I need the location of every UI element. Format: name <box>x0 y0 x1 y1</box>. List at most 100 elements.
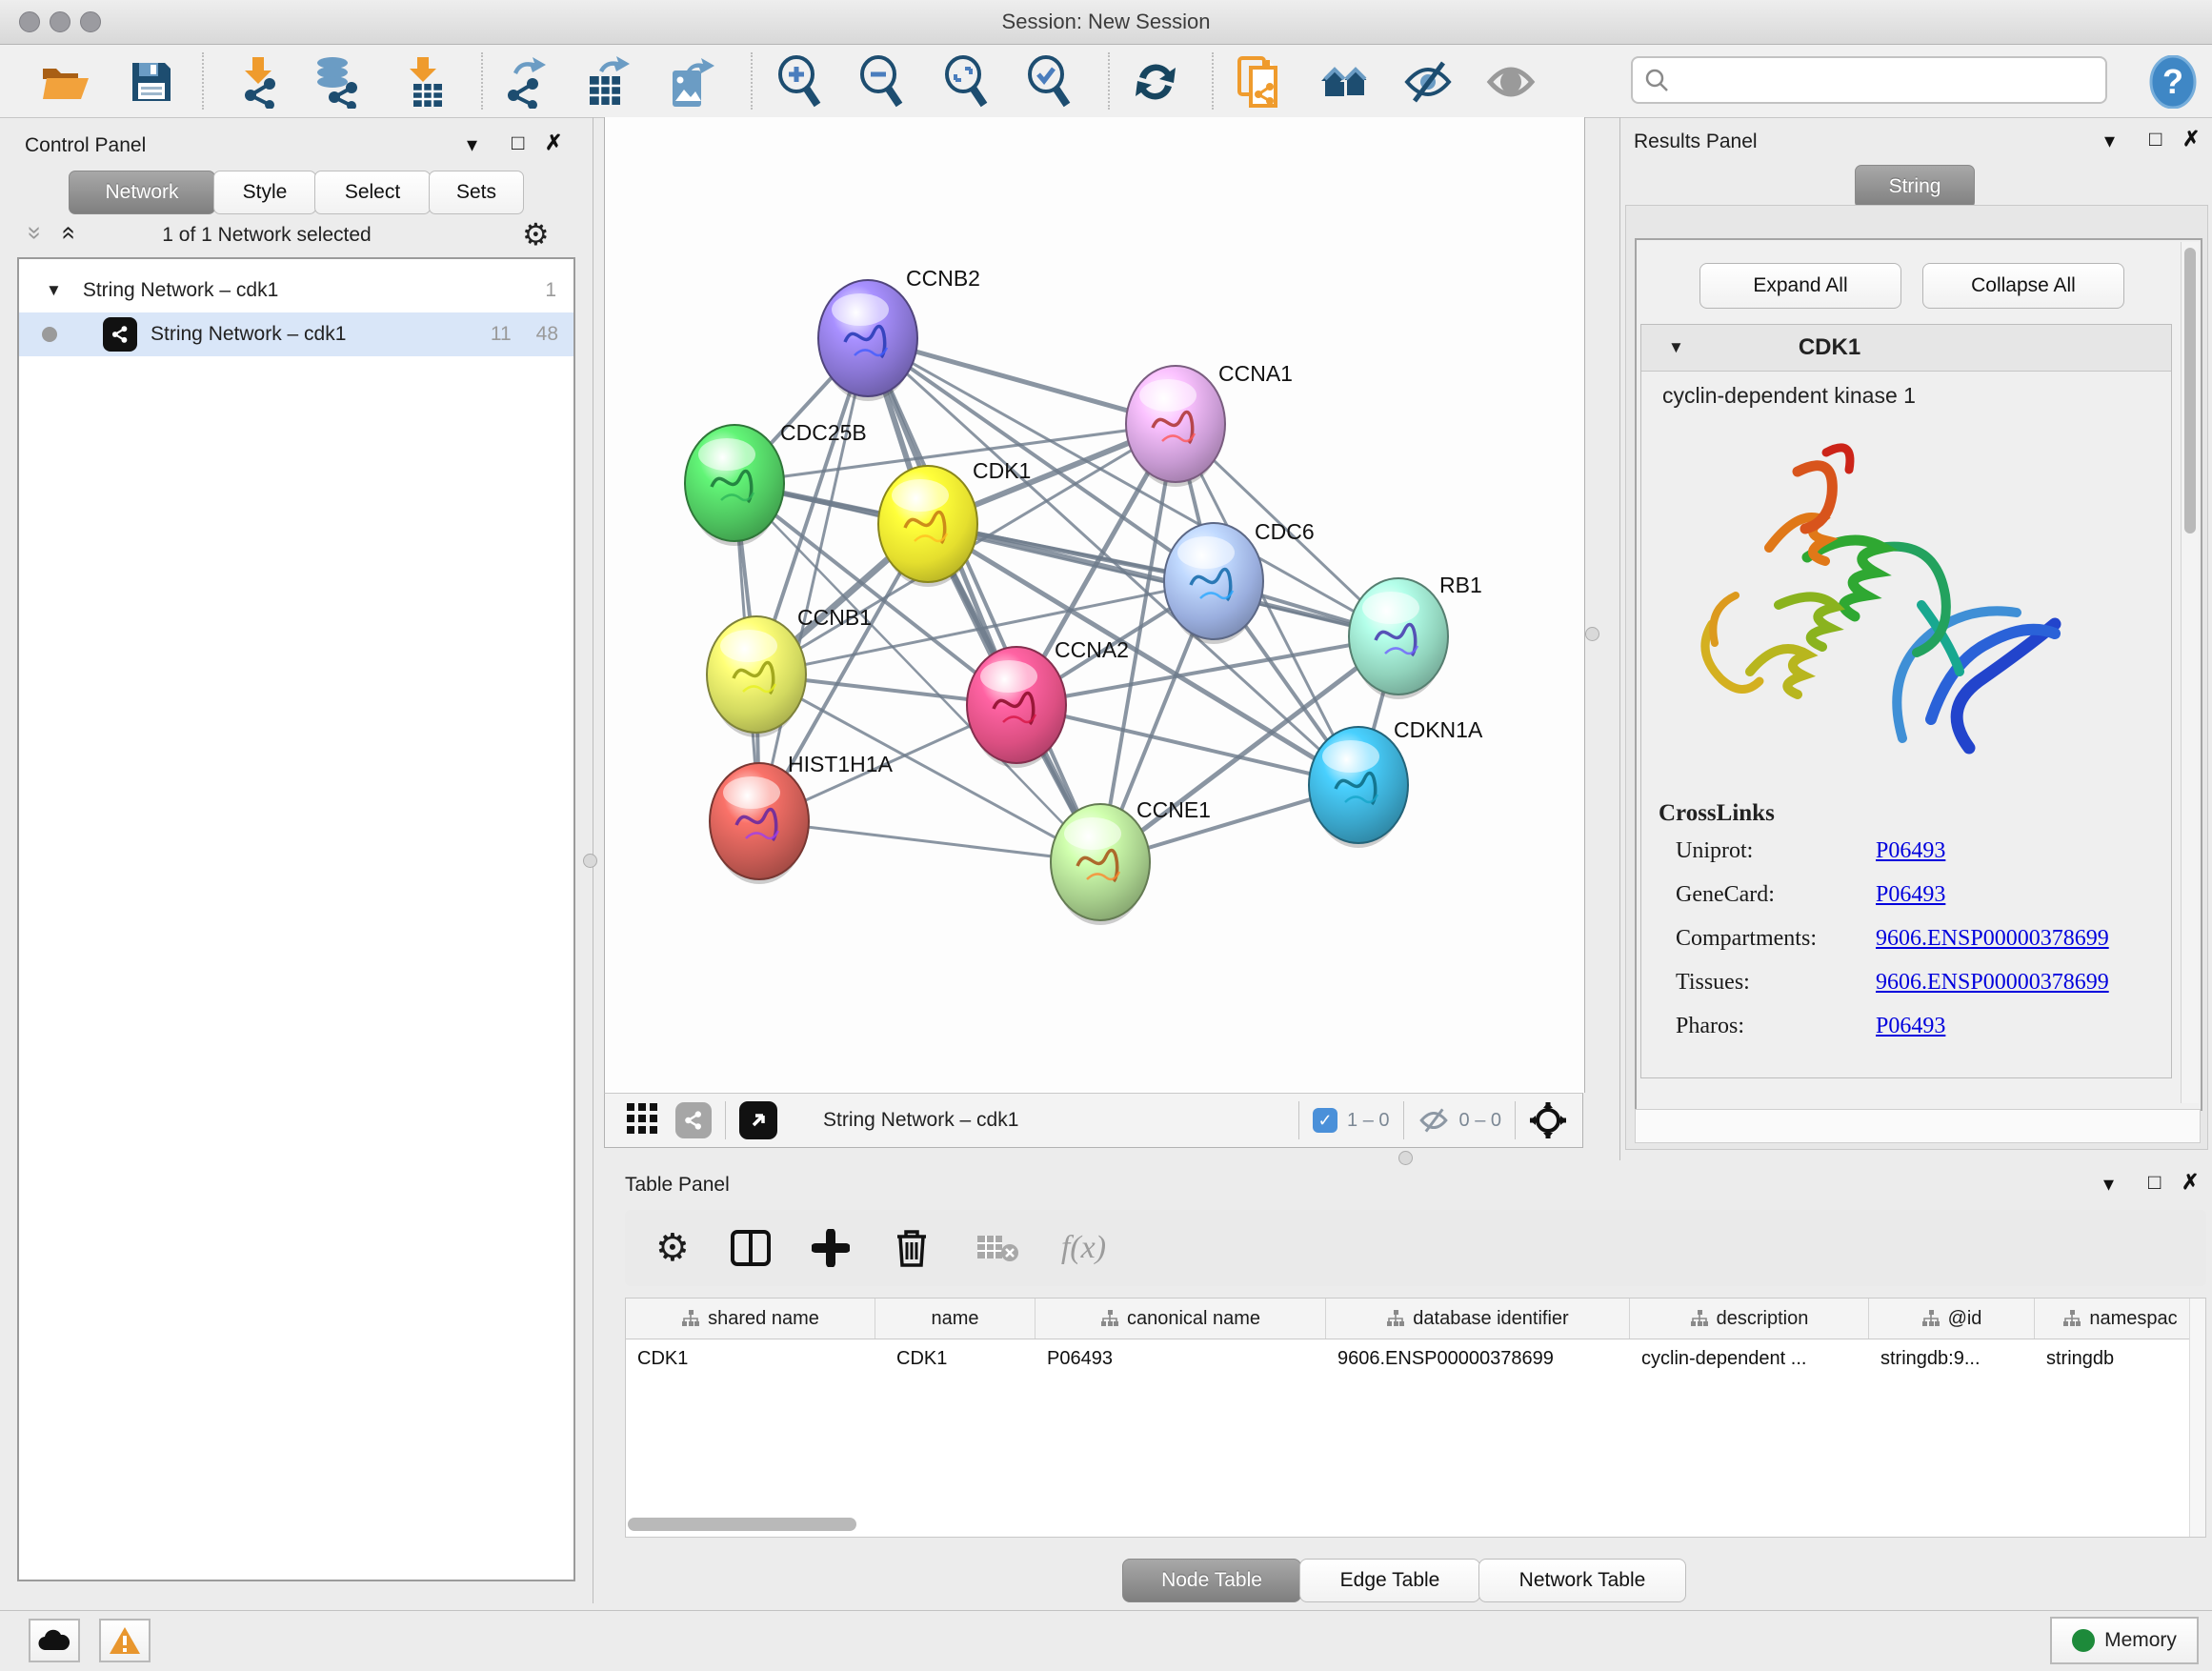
export-table-button[interactable] <box>579 54 634 110</box>
zoom-fit-button[interactable] <box>939 54 995 110</box>
network-options-gear-icon[interactable]: ⚙ <box>522 216 550 252</box>
table-vertical-scrollbar[interactable] <box>2189 1299 2205 1537</box>
network-canvas[interactable]: CCNB2CCNA1CDC25BCDK1CDC6RB1CCNB1CCNA2CDK… <box>604 117 1585 1093</box>
search-input[interactable] <box>1669 69 2082 92</box>
section-collapse-triangle-icon[interactable]: ▼ <box>1668 338 1684 357</box>
results-panel-close-icon[interactable]: ✗ <box>2182 129 2200 150</box>
tab-node-table[interactable]: Node Table <box>1122 1559 1301 1602</box>
control-panel-close-icon[interactable]: ✗ <box>545 132 562 153</box>
columns-icon[interactable] <box>730 1229 772 1267</box>
import-network-button[interactable] <box>231 54 286 110</box>
node-label-CCNA1: CCNA1 <box>1218 361 1293 387</box>
import-network-from-database-button[interactable] <box>310 54 365 110</box>
pan-crosshair-icon[interactable] <box>1529 1101 1567 1139</box>
network-row[interactable]: String Network – cdk1 11 48 <box>19 312 573 356</box>
memory-status-dot <box>2072 1629 2095 1652</box>
compartments-link[interactable]: 9606.ENSP00000378699 <box>1876 926 2109 952</box>
string-network-graph[interactable] <box>605 117 1584 1093</box>
pharos-link[interactable]: P06493 <box>1876 1014 1945 1039</box>
svg-text:?: ? <box>2162 62 2183 101</box>
network-collection-row[interactable]: ▼ String Network – cdk1 1 <box>19 269 573 312</box>
tab-style[interactable]: Style <box>213 171 316 214</box>
eye-slash-icon <box>1401 59 1455 105</box>
help-button[interactable]: ? <box>2145 54 2201 110</box>
tab-network[interactable]: Network <box>69 171 215 214</box>
column-header[interactable]: namespac <box>2035 1299 2205 1339</box>
column-header[interactable]: canonical name <box>1036 1299 1326 1339</box>
duplicate-network-button[interactable] <box>1233 54 1288 110</box>
refresh-button[interactable] <box>1128 54 1183 110</box>
delete-trash-icon[interactable] <box>894 1228 930 1268</box>
open-session-button[interactable] <box>38 54 93 110</box>
tab-string[interactable]: String <box>1855 165 1975 209</box>
import-table-button[interactable] <box>398 54 453 110</box>
table-panel: Table Panel ▾ □ ✗ ⚙ <box>604 1160 2212 1610</box>
export-image-button[interactable] <box>662 54 717 110</box>
gene-section-header[interactable]: ▼ CDK1 <box>1641 325 2171 372</box>
results-horizontal-scrollbar[interactable] <box>1635 1109 2201 1143</box>
scrollbar-thumb[interactable] <box>628 1518 856 1531</box>
main-toolbar: ? <box>0 45 2212 118</box>
results-panel-maximize-icon[interactable]: □ <box>2149 129 2162 150</box>
zoom-selected-button[interactable] <box>1022 54 1077 110</box>
table-settings-gear-icon[interactable]: ⚙ <box>655 1226 690 1270</box>
table-horizontal-scrollbar[interactable] <box>628 1518 2181 1533</box>
grid-view-icon[interactable] <box>626 1102 658 1139</box>
node-label-CDK1: CDK1 <box>973 458 1031 484</box>
table-row[interactable]: CDK1 CDK1 P06493 9606.ENSP00000378699 cy… <box>626 1339 2205 1378</box>
tab-sets[interactable]: Sets <box>429 171 524 214</box>
genecard-link[interactable]: P06493 <box>1876 882 1945 908</box>
memory-button[interactable]: Memory <box>2050 1617 2199 1664</box>
database-import-icon <box>312 55 363 109</box>
zoom-in-button[interactable] <box>773 54 828 110</box>
tab-select[interactable]: Select <box>314 171 431 214</box>
column-header[interactable]: database identifier <box>1326 1299 1630 1339</box>
save-session-button[interactable] <box>124 54 179 110</box>
tab-network-table[interactable]: Network Table <box>1478 1559 1686 1602</box>
birdseye-view-icon[interactable] <box>739 1101 777 1139</box>
left-splitter-handle[interactable] <box>583 854 597 868</box>
column-header[interactable]: description <box>1630 1299 1869 1339</box>
collapse-triangle-icon[interactable]: ▼ <box>46 281 62 300</box>
node-label-CCNE1: CCNE1 <box>1136 797 1211 823</box>
results-panel-float-icon[interactable]: ▾ <box>2104 131 2115 151</box>
uniprot-link[interactable]: P06493 <box>1876 838 1945 864</box>
table-panel-float-icon[interactable]: ▾ <box>2103 1174 2114 1195</box>
tissues-link[interactable]: 9606.ENSP00000378699 <box>1876 970 2109 996</box>
cloud-button[interactable] <box>29 1619 80 1662</box>
global-search[interactable] <box>1631 56 2107 104</box>
zoom-out-button[interactable] <box>855 54 910 110</box>
show-all-button[interactable] <box>1483 54 1538 110</box>
control-panel-float-icon[interactable]: ▾ <box>467 134 477 155</box>
first-neighbors-button[interactable] <box>1317 54 1373 110</box>
control-panel-title: Control Panel <box>25 134 146 157</box>
results-vertical-scrollbar[interactable] <box>2181 242 2199 1103</box>
column-header[interactable]: shared name <box>626 1299 875 1339</box>
hide-selected-button[interactable] <box>1400 54 1456 110</box>
column-type-icon <box>1100 1310 1119 1327</box>
column-header[interactable]: @id <box>1869 1299 2035 1339</box>
status-bar: Memory <box>0 1610 2212 1671</box>
column-type-icon <box>1386 1310 1405 1327</box>
toolbar-separator <box>1108 52 1110 110</box>
column-header[interactable]: name <box>875 1299 1036 1339</box>
expand-all-button[interactable]: Expand All <box>1699 263 1901 309</box>
selected-checkbox-icon[interactable]: ✓ <box>1313 1108 1337 1133</box>
right-splitter-handle[interactable] <box>1585 627 1599 641</box>
zoom-selected-icon <box>1025 55 1075 109</box>
houses-icon <box>1317 58 1373 106</box>
add-icon[interactable] <box>812 1229 850 1267</box>
node-label-CDKN1A: CDKN1A <box>1394 717 1482 743</box>
table-panel-maximize-icon[interactable]: □ <box>2148 1172 2161 1193</box>
table-export-icon <box>582 55 632 109</box>
scrollbar-thumb[interactable] <box>2184 248 2196 534</box>
control-panel-maximize-icon[interactable]: □ <box>512 132 524 153</box>
table-panel-close-icon[interactable]: ✗ <box>2182 1172 2199 1193</box>
collapse-all-button[interactable]: Collapse All <box>1922 263 2124 309</box>
network-share-view-icon[interactable] <box>675 1102 712 1138</box>
strip-separator <box>1298 1101 1299 1139</box>
tab-edge-table[interactable]: Edge Table <box>1299 1559 1480 1602</box>
string-network-icon <box>103 317 137 352</box>
export-network-button[interactable] <box>497 54 553 110</box>
warnings-button[interactable] <box>99 1619 151 1662</box>
